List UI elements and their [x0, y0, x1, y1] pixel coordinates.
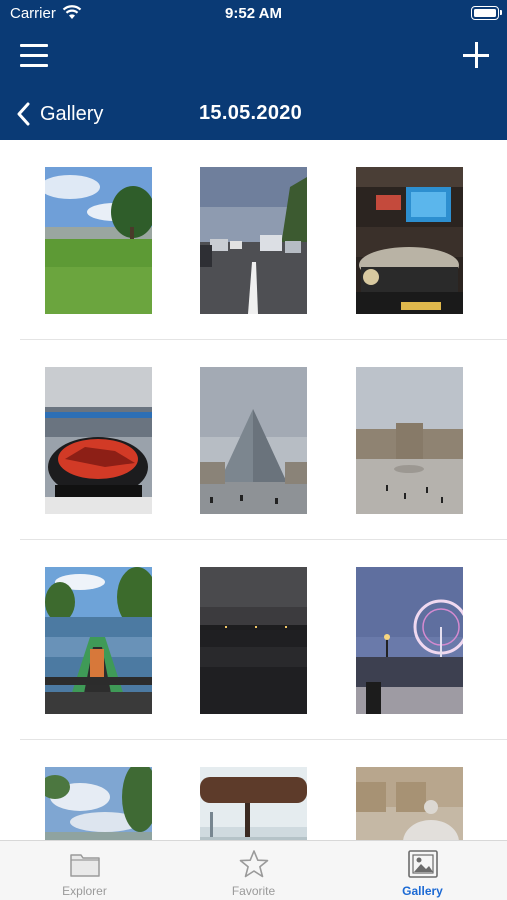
- highway-traffic-photo[interactable]: [200, 167, 307, 314]
- tab-label: Favorite: [231, 884, 276, 898]
- tab-label: Explorer: [62, 884, 107, 898]
- car-show-booth-photo[interactable]: [356, 167, 463, 314]
- cloudy-sky-trees-photo[interactable]: [45, 767, 152, 840]
- plus-icon[interactable]: [463, 42, 489, 68]
- tab-explorer[interactable]: Explorer: [0, 841, 169, 900]
- tab-bar: Explorer Favorite Gallery: [0, 840, 507, 900]
- night-lake-photo[interactable]: [200, 567, 307, 714]
- back-button[interactable]: Gallery: [16, 100, 103, 128]
- photo-row: [0, 740, 507, 840]
- park-lawn-photo[interactable]: [45, 167, 152, 314]
- photo-row: [0, 340, 507, 540]
- tab-favorite[interactable]: Favorite: [169, 841, 338, 900]
- tab-gallery[interactable]: Gallery: [338, 841, 507, 900]
- battery-icon: [471, 6, 502, 20]
- star-icon: [239, 850, 269, 878]
- photo-row: [0, 540, 507, 740]
- glass-pyramid-photo[interactable]: [200, 367, 307, 514]
- tab-label: Gallery: [402, 884, 443, 898]
- red-sports-car-photo[interactable]: [45, 367, 152, 514]
- ferris-wheel-photo[interactable]: [356, 567, 463, 714]
- folder-icon: [70, 854, 100, 877]
- palace-courtyard-photo[interactable]: [356, 367, 463, 514]
- mirror-view-photo[interactable]: [200, 767, 307, 840]
- stone-urn-photo[interactable]: [356, 767, 463, 840]
- page-title: 15.05.2020: [199, 102, 303, 124]
- photo-grid: [0, 140, 507, 840]
- status-bar: Carrier 9:52 AM: [0, 0, 507, 28]
- navigation-header: Carrier 9:52 AM Gallery 15.05.2020: [0, 0, 507, 140]
- back-label: Gallery: [40, 102, 104, 125]
- photo-row: [0, 140, 507, 340]
- gallery-icon: [408, 850, 438, 878]
- clock: 9:52 AM: [225, 5, 282, 22]
- lake-boat-photo[interactable]: [45, 567, 152, 714]
- hamburger-menu-icon[interactable]: [20, 43, 48, 69]
- chevron-left-icon: [17, 102, 30, 126]
